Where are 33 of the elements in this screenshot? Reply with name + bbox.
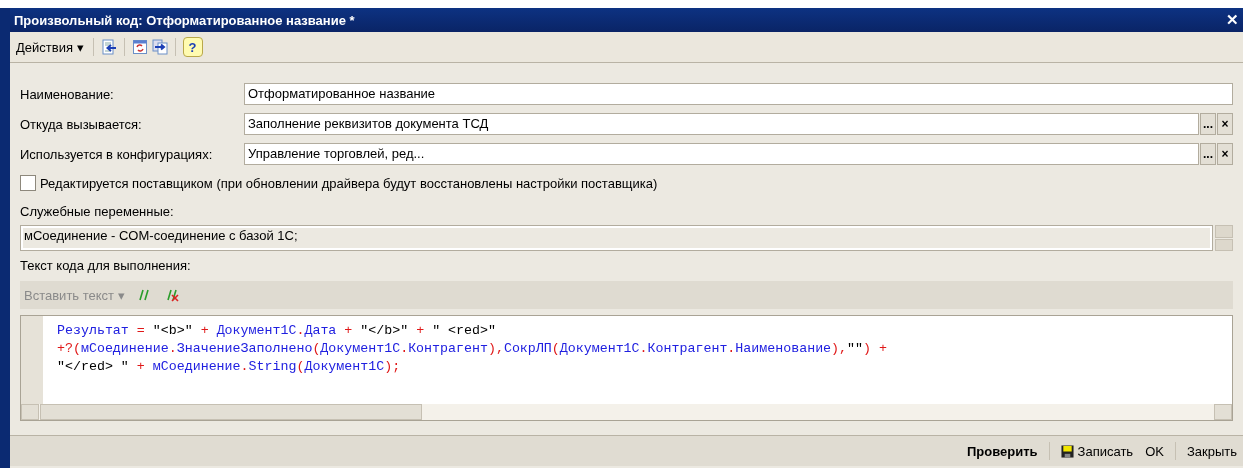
field-label: Наименование: bbox=[20, 86, 115, 102]
select-button[interactable]: ... bbox=[1200, 113, 1216, 135]
uncomment-icon[interactable] bbox=[164, 287, 181, 303]
code-line: Результат = "<b>" + Документ1С.Дата + "</b>" + " <red>" bbox=[57, 322, 497, 340]
save-button[interactable]: Записать bbox=[1056, 443, 1138, 459]
close-button[interactable]: ✕ bbox=[1226, 11, 1239, 29]
section-label: Служебные переменные: bbox=[20, 203, 175, 221]
refresh-icon[interactable] bbox=[131, 39, 148, 55]
code-line: +?(мСоединение.ЗначениеЗаполнено(Документ1С.Контрагент),СокрЛП(Документ1С.Контрагент.Наименование),"") + bbox=[57, 340, 887, 358]
documents-arrow-icon[interactable] bbox=[151, 39, 168, 55]
checkbox-label: Редактируется поставщиком (при обновлении драйвера будут восстановлены настройки поставщика) bbox=[40, 175, 658, 191]
footer-button[interactable]: Проверить bbox=[963, 443, 1042, 459]
clear-button[interactable]: × bbox=[1217, 143, 1233, 165]
vertical-scrollbar[interactable] bbox=[1215, 225, 1233, 251]
window-title: Произвольный код: Отформатированное название * bbox=[14, 12, 355, 28]
horizontal-scrollbar[interactable] bbox=[21, 404, 1232, 420]
footer-button[interactable]: OK bbox=[1141, 443, 1168, 459]
code-line: "</red> " + мСоединение.String(Документ1С); bbox=[57, 358, 402, 376]
code-editor[interactable] bbox=[21, 316, 1232, 404]
clear-button[interactable]: × bbox=[1217, 113, 1233, 135]
arrow-left-icon[interactable] bbox=[100, 39, 117, 55]
field-label: Откуда вызывается: bbox=[20, 116, 143, 132]
select-button[interactable]: ... bbox=[1200, 143, 1216, 165]
section-label: Текст кода для выполнения: bbox=[20, 257, 192, 275]
input-field[interactable]: Заполнение реквизитов документа ТСД bbox=[244, 113, 1199, 135]
field-label: Используется в конфигурациях: bbox=[20, 146, 214, 162]
text-area: мСоединение - COM-соединение с базой 1С; bbox=[20, 225, 1213, 251]
input-field[interactable]: Управление торговлей, ред... bbox=[244, 143, 1199, 165]
footer-button[interactable]: Закрыть bbox=[1182, 443, 1241, 459]
checkbox[interactable] bbox=[20, 175, 36, 191]
help-button[interactable]: ? bbox=[182, 37, 203, 57]
input-field[interactable]: Отформатированное название bbox=[244, 83, 1233, 105]
actions-menu[interactable]: Действия ▾ bbox=[14, 39, 86, 55]
